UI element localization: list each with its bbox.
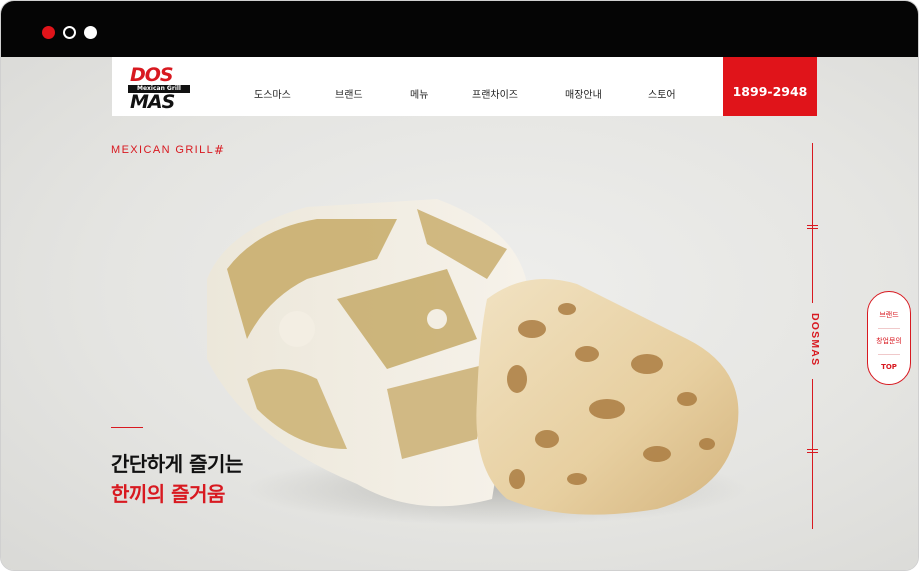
vertical-rule-tick bbox=[807, 449, 818, 453]
hero-tagline: MEXICAN GRILL bbox=[111, 144, 215, 156]
headline-divider bbox=[111, 427, 143, 428]
hero-headline-line1: 간단하게 즐기는 bbox=[111, 452, 243, 476]
quick-menu-top[interactable]: TOP bbox=[868, 363, 910, 371]
nav-item-dosmas[interactable]: 도스마스 bbox=[254, 86, 291, 101]
quick-menu: 브랜드 창업문의 TOP bbox=[867, 291, 911, 385]
title-bar bbox=[1, 1, 918, 57]
quick-menu-divider bbox=[878, 354, 900, 355]
minimize-window-button[interactable] bbox=[63, 26, 76, 39]
close-window-button[interactable] bbox=[42, 26, 55, 39]
nav-item-franchise[interactable]: 프랜차이즈 bbox=[472, 86, 518, 101]
burrito-image bbox=[207, 199, 747, 525]
nav-item-store[interactable]: 스토어 bbox=[648, 86, 676, 101]
nav-item-brand[interactable]: 브랜드 bbox=[335, 86, 363, 101]
nav-item-store-info[interactable]: 매장안내 bbox=[565, 86, 602, 101]
logo-text-top: DOS bbox=[130, 64, 174, 86]
quick-menu-divider bbox=[878, 328, 900, 329]
hash-icon: # bbox=[214, 143, 225, 157]
quick-menu-brand[interactable]: 브랜드 bbox=[868, 310, 910, 320]
vertical-rule-bottom bbox=[812, 379, 813, 529]
phone-number-button[interactable]: 1899-2948 bbox=[723, 57, 817, 116]
top-navigation: DOS Mexican Grill MAS 도스마스 브랜드 메뉴 프랜차이즈 … bbox=[112, 57, 817, 116]
vertical-brand-label: DOSMAS bbox=[809, 313, 821, 367]
hero-headline-line2: 한끼의 즐거움 bbox=[111, 482, 225, 506]
dosmas-logo[interactable]: DOS Mexican Grill MAS bbox=[128, 64, 190, 113]
vertical-rule-tick bbox=[807, 225, 818, 229]
maximize-window-button[interactable] bbox=[84, 26, 97, 39]
quick-menu-franchise-inquiry[interactable]: 창업문의 bbox=[868, 336, 910, 346]
browser-frame: DOS Mexican Grill MAS 도스마스 브랜드 메뉴 프랜차이즈 … bbox=[0, 0, 919, 571]
vertical-rule-top bbox=[812, 143, 813, 303]
nav-item-menu[interactable]: 메뉴 bbox=[410, 86, 428, 101]
logo-text-bottom: MAS bbox=[130, 91, 175, 113]
